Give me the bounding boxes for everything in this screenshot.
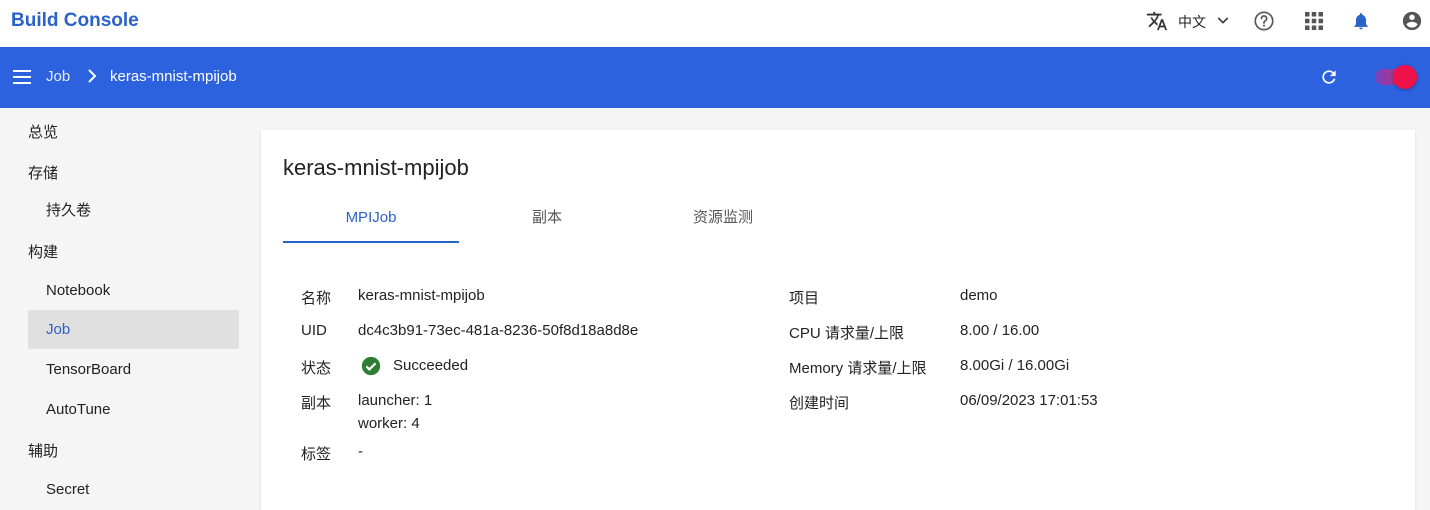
sidebar-item-notebook[interactable]: Notebook <box>28 271 239 310</box>
sidebar-group-auxiliary[interactable]: 辅助 <box>28 440 58 461</box>
brand-title[interactable]: Build Console <box>11 10 139 32</box>
tab-active-indicator <box>283 241 459 243</box>
sidebar-item-job[interactable]: Job <box>28 310 239 349</box>
menu-icon[interactable] <box>12 68 32 86</box>
job-detail-card: keras-mnist-mpijob MPIJob 副本 资源监测 名称 ker… <box>261 130 1415 510</box>
replicas-label: 副本 <box>301 395 332 412</box>
tags-value: - <box>358 443 363 460</box>
uid-label: UID <box>301 322 327 339</box>
sidebar-item-tensorboard[interactable]: TensorBoard <box>28 350 239 389</box>
created-label: 创建时间 <box>789 395 850 412</box>
status-value: Succeeded <box>393 357 469 374</box>
sidebar: 总览 存储 持久卷 构建 Notebook Job TensorBoard Au… <box>0 108 246 504</box>
tab-mpijob[interactable]: MPIJob <box>283 196 459 244</box>
tab-mpijob-label: MPIJob <box>345 209 397 226</box>
apps-icon[interactable] <box>1304 11 1324 31</box>
theme-toggle[interactable] <box>1373 65 1417 89</box>
replicas-launcher: launcher: 1 <box>358 392 433 409</box>
breadcrumb-current: keras-mnist-mpijob <box>110 68 237 85</box>
chevron-right-icon <box>88 69 97 83</box>
sidebar-group-build[interactable]: 构建 <box>28 241 58 262</box>
tab-resource-monitoring[interactable]: 资源监测 <box>635 196 811 244</box>
cpu-label: CPU 请求量/上限 <box>789 325 905 342</box>
memory-value: 8.00Gi / 16.00Gi <box>960 357 1070 374</box>
tab-replicas-label: 副本 <box>531 209 562 226</box>
tab-replicas[interactable]: 副本 <box>459 196 635 244</box>
sidebar-group-storage[interactable]: 存储 <box>28 162 58 183</box>
tags-label: 标签 <box>301 446 332 463</box>
translate-icon[interactable] <box>1146 10 1168 32</box>
toggle-knob <box>1393 65 1417 89</box>
sidebar-item-persistent-volume[interactable]: 持久卷 <box>28 191 239 230</box>
uid-value: dc4c3b91-73ec-481a-8236-50f8d18a8d8e <box>358 322 639 339</box>
cpu-value: 8.00 / 16.00 <box>960 322 1040 339</box>
breadcrumb-toolbar: Job keras-mnist-mpijob <box>0 47 1430 108</box>
chevron-down-icon[interactable] <box>1215 12 1231 28</box>
page-title: keras-mnist-mpijob <box>283 155 469 180</box>
sidebar-group-overview[interactable]: 总览 <box>28 121 58 142</box>
status-label: 状态 <box>301 360 332 377</box>
project-label: 项目 <box>789 290 820 307</box>
memory-label: Memory 请求量/上限 <box>789 360 927 377</box>
replicas-worker: worker: 4 <box>358 415 420 432</box>
bell-icon[interactable] <box>1351 10 1371 32</box>
sidebar-item-autotune[interactable]: AutoTune <box>28 390 239 429</box>
name-label: 名称 <box>301 290 332 307</box>
breadcrumb-job-link[interactable]: Job <box>46 68 70 85</box>
help-icon[interactable] <box>1253 10 1275 32</box>
tab-resource-monitoring-label: 资源监测 <box>692 209 753 226</box>
top-bar: Build Console 中文 <box>0 0 1430 47</box>
name-value: keras-mnist-mpijob <box>358 287 485 304</box>
language-label[interactable]: 中文 <box>1178 12 1206 32</box>
created-value: 06/09/2023 17:01:53 <box>960 392 1098 409</box>
account-icon[interactable] <box>1401 10 1423 32</box>
check-circle-icon <box>361 356 381 376</box>
project-value: demo <box>960 287 998 304</box>
sidebar-item-secret[interactable]: Secret <box>28 470 239 509</box>
tab-bar: MPIJob 副本 资源监测 <box>283 196 1393 244</box>
refresh-icon[interactable] <box>1319 67 1339 87</box>
